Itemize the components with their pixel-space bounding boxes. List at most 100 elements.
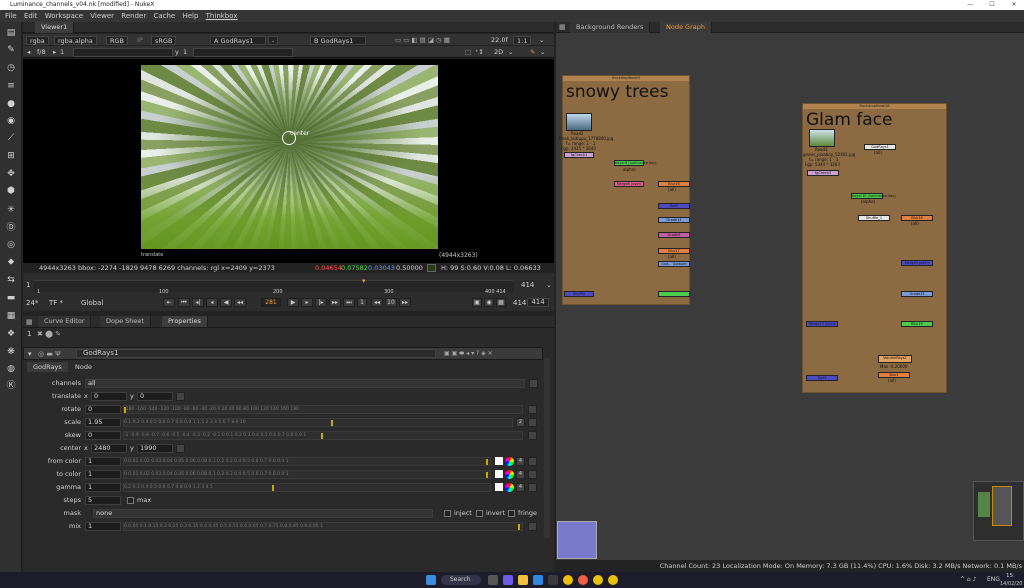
to-color-swatch[interactable] — [495, 470, 503, 478]
system-tray-icons[interactable]: ^ ⌂ ♪ — [960, 576, 976, 583]
particles-icon[interactable]: ✳ — [5, 204, 17, 216]
views-icon[interactable]: ◎ — [5, 239, 17, 251]
max-panels-field[interactable]: 1 — [27, 330, 31, 338]
input-a-select[interactable]: A GodRays1 — [210, 35, 266, 45]
to-color-field[interactable]: 1 — [85, 470, 121, 479]
from-color-channels[interactable]: 4 — [516, 457, 525, 466]
zoom-chevron-icon[interactable]: ⌄ — [539, 34, 544, 46]
tab-viewer1[interactable]: Viewer1 — [35, 22, 75, 33]
tab-node[interactable]: Node — [69, 362, 98, 372]
translate-y-field[interactable]: 0 — [137, 392, 173, 401]
volumerays-node[interactable]: VolumeRays1 — [878, 355, 912, 363]
mix-field[interactable]: 1 — [85, 522, 121, 531]
collapse-icon[interactable]: ▾ — [28, 350, 32, 358]
from-color-anim-icon[interactable] — [528, 457, 537, 466]
next-inc-icon[interactable]: ▸▸ — [329, 298, 341, 307]
scale-slider[interactable]: 0.1 0.2 0.4 0.5 0.6 0.7 0.8 0.9 1 1.5 2 … — [123, 418, 513, 427]
close-icon[interactable]: ✕ — [1004, 0, 1024, 10]
scale-split-icon[interactable]: 2 — [516, 418, 525, 427]
mix-slider[interactable]: 0 0.05 0.1 0.15 0.2 0.25 0.3 0.35 0.4 0.… — [123, 522, 523, 531]
translate-anim-icon[interactable] — [176, 392, 185, 401]
menu-render[interactable]: Render — [121, 12, 146, 20]
task-view-icon[interactable] — [488, 575, 498, 585]
transform-icon[interactable]: ✥ — [5, 168, 17, 180]
viewer-canvas[interactable]: center translate (4944x3263) — [23, 59, 554, 263]
fstop-value[interactable]: 22.0f — [491, 34, 508, 46]
plugins-icon[interactable]: ❋ — [5, 346, 17, 358]
to-color-anim-icon[interactable] — [528, 470, 537, 479]
range-toggle-icon[interactable]: ⇤ — [163, 298, 175, 307]
from-color-swatch[interactable] — [495, 457, 503, 465]
gain-arrow-icon[interactable]: ◂ — [27, 46, 30, 58]
channels-menu-icon[interactable] — [529, 379, 538, 388]
edge-icon[interactable] — [533, 575, 543, 585]
merge9-node[interactable]: Merge9 (over) — [901, 260, 933, 266]
mask-select[interactable]: none — [93, 509, 433, 518]
node-graph-minimap[interactable] — [973, 481, 1024, 541]
gain-arrow-right-icon[interactable]: ▸ — [53, 46, 56, 58]
nuke-app2-icon[interactable] — [593, 575, 603, 585]
time-icon[interactable]: ◷ — [5, 62, 17, 74]
read2-thumbnail[interactable] — [566, 113, 592, 131]
gain-field[interactable]: 1 — [60, 46, 64, 58]
skip-fwd-icon[interactable]: ▸▸ — [399, 298, 411, 307]
skew-anim-icon[interactable] — [528, 431, 537, 440]
prev-inc-icon[interactable]: ◂◂ — [234, 298, 246, 307]
gamma-field[interactable]: 1 — [85, 483, 121, 492]
grade5-node[interactable]: Grade5 — [658, 232, 690, 238]
props-toolbar-icons[interactable]: ✖ ⬤ ✎ — [37, 330, 61, 338]
record-icon[interactable]: ◉ — [484, 298, 494, 307]
toolsets-icon[interactable]: ⇆ — [5, 274, 17, 286]
invert-checkbox[interactable] — [476, 510, 483, 517]
floating-panel[interactable] — [557, 521, 597, 559]
node-header-tools-icons[interactable]: ▣ ▣ ⬬ ◂ ▾ ? ◈ ✕ — [444, 350, 493, 358]
tab-godrays[interactable]: GodRays — [27, 362, 68, 372]
from-color-wheel-icon[interactable] — [505, 457, 514, 466]
tab-curve-editor[interactable]: Curve Editor — [38, 316, 92, 327]
chrome-icon[interactable] — [578, 575, 588, 585]
scale-field[interactable]: 1.95 — [85, 418, 121, 427]
dot3-node[interactable]: Dot3 — [806, 375, 838, 381]
skew-slider[interactable]: -1 -0.9 -0.8 -0.7 -0.6 -0.5 -0.4 -0.3 -0… — [123, 431, 523, 440]
grade15-node[interactable]: Grade15 — [901, 291, 933, 297]
3d-icon[interactable]: ⬢ — [5, 185, 17, 197]
mode-chevron-icon[interactable]: ⌄ — [508, 46, 513, 58]
from-color-field[interactable]: 1 — [85, 457, 121, 466]
mode-2d-select[interactable]: 2D — [494, 46, 503, 58]
range-select[interactable]: Global — [81, 299, 103, 307]
file-explorer-icon[interactable] — [518, 575, 528, 585]
end-frame-field[interactable]: 414 — [527, 298, 549, 307]
keyer9-node[interactable]: Keyer9 (luminance key) — [614, 160, 656, 166]
gamma-swatch[interactable] — [495, 483, 503, 491]
prev-key-icon[interactable]: ◂| — [192, 298, 204, 307]
more-chevron-icon[interactable]: ⌄ — [540, 46, 545, 58]
timeline-chevron-icon[interactable]: ⌄ — [546, 281, 552, 289]
skew-field[interactable]: 0 — [85, 431, 121, 440]
alpha-select[interactable]: rgba.alpha — [54, 35, 97, 45]
gamma-slider[interactable] — [193, 47, 293, 57]
rotate-slider[interactable]: -180 -160 -140 -120 -100 -80 -60 -40 -20… — [123, 405, 523, 414]
shuffle1-node[interactable]: Shuffle_1 — [858, 215, 890, 221]
input-b-select[interactable]: B GodRays1 — [310, 35, 366, 45]
tab-background-renders[interactable]: Background Renders — [570, 22, 651, 33]
gamma-channels[interactable]: 4 — [516, 483, 525, 492]
keyer-icon[interactable]: ⟋ — [5, 132, 17, 144]
read3-thumbnail[interactable] — [809, 129, 835, 147]
menu-workspace[interactable]: Workspace — [45, 12, 83, 20]
next-key-icon[interactable]: |▸ — [315, 298, 327, 307]
flipbook-icon[interactable]: ▣ — [472, 298, 482, 307]
clock-date[interactable]: 14/02/20 — [1000, 580, 1022, 588]
teams-icon[interactable] — [503, 575, 513, 585]
minimize-icon[interactable]: — — [960, 0, 980, 10]
nuke-app-icon[interactable] — [563, 575, 573, 585]
mix-anim-icon[interactable] — [528, 522, 537, 531]
language-indicator[interactable]: ENG — [987, 576, 1000, 583]
dot2-node[interactable]: Dot2 — [658, 203, 690, 209]
center-y-field[interactable]: 1990 — [137, 444, 173, 453]
center-anim-icon[interactable] — [176, 444, 185, 453]
tab-node-graph[interactable]: Node Graph — [660, 22, 712, 33]
playhead-icon[interactable]: ▾ — [362, 277, 366, 285]
inc-value[interactable]: 10 — [385, 298, 397, 307]
scale-anim-icon[interactable] — [528, 418, 537, 427]
pane-menu-icon[interactable]: ▦ — [559, 23, 566, 31]
